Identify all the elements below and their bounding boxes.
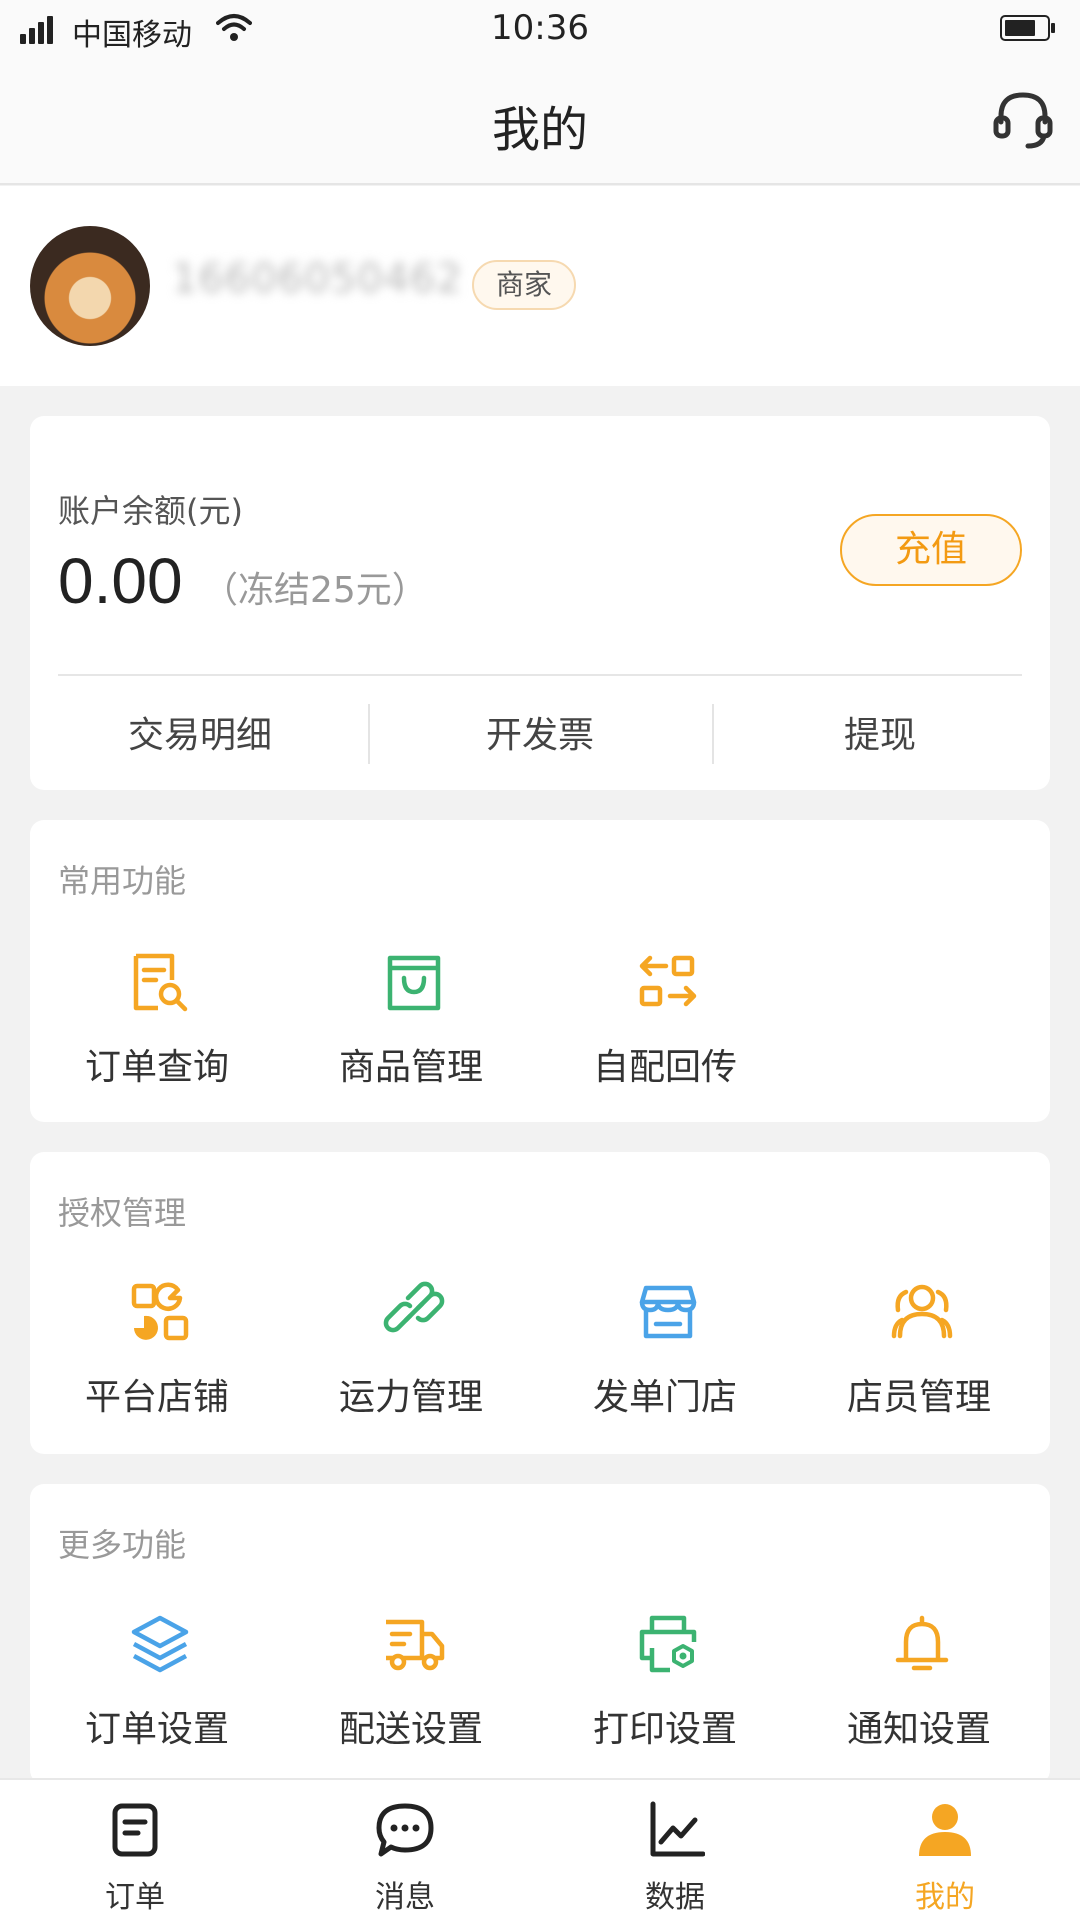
tab-profile[interactable]: 我的 xyxy=(810,1780,1080,1920)
more-functions-card: 更多功能 订单设置 配送设置 打印设置 通知设置 xyxy=(30,1484,1050,1784)
order-settings-label: 订单设置 xyxy=(84,1709,229,1750)
platform-store-icon xyxy=(131,1282,189,1341)
balance-label: 账户余额(元) xyxy=(58,492,243,530)
invoice-button[interactable]: 开发票 xyxy=(370,706,710,766)
notification-settings-button[interactable]: 通知设置 xyxy=(792,1612,1046,1772)
tab-data[interactable]: 数据 xyxy=(540,1780,810,1920)
tab-label: 消息 xyxy=(375,1880,435,1915)
staff-management-button[interactable]: 店员管理 xyxy=(792,1280,1046,1440)
self-delivery-callback-button[interactable]: 自配回传 xyxy=(538,950,792,1110)
dispatch-store-button[interactable]: 发单门店 xyxy=(538,1280,792,1440)
print-settings-button[interactable]: 打印设置 xyxy=(538,1612,792,1772)
divider xyxy=(58,674,1022,676)
transaction-details-button[interactable]: 交易明细 xyxy=(30,706,370,766)
delivery-settings-label: 配送设置 xyxy=(338,1709,483,1750)
layers-icon xyxy=(131,1615,189,1673)
section-title: 常用功能 xyxy=(58,862,187,900)
order-search-button[interactable]: 订单查询 xyxy=(30,950,284,1110)
page-title: 我的 xyxy=(491,102,588,158)
delivery-truck-icon xyxy=(386,1619,445,1671)
capacity-management-button[interactable]: 运力管理 xyxy=(284,1280,538,1440)
staff-management-label: 店员管理 xyxy=(846,1377,991,1418)
link-icon xyxy=(383,1281,445,1333)
profile-header: 16606050462 商家 xyxy=(0,186,1080,386)
balance-card: 账户余额(元) 0.00 （冻结25元） 充值 交易明细 开发票 提现 xyxy=(30,416,1050,790)
print-settings-label: 打印设置 xyxy=(592,1709,737,1750)
bell-icon xyxy=(895,1615,949,1671)
shopping-bag-icon xyxy=(387,955,441,1011)
self-delivery-callback-label: 自配回传 xyxy=(592,1047,737,1088)
status-bar: 中国移动 10:36 xyxy=(0,0,1080,60)
tab-label: 订单 xyxy=(105,1880,165,1915)
section-title: 授权管理 xyxy=(58,1194,187,1232)
delivery-settings-button[interactable]: 配送设置 xyxy=(284,1612,538,1772)
person-tab-icon xyxy=(919,1804,971,1856)
product-management-button[interactable]: 商品管理 xyxy=(284,950,538,1110)
headset-icon[interactable] xyxy=(992,88,1054,152)
message-tab-icon xyxy=(376,1803,434,1857)
profile-page: 中国移动 10:36 我的 16606050462 商家 账户余额(元) 0.0… xyxy=(0,0,1080,1920)
tab-label: 数据 xyxy=(645,1880,705,1915)
chart-tab-icon xyxy=(650,1801,705,1857)
nav-bar: 我的 xyxy=(0,60,1080,185)
product-management-label: 商品管理 xyxy=(338,1047,483,1088)
staff-icon xyxy=(891,1284,953,1339)
tab-messages[interactable]: 消息 xyxy=(270,1780,540,1920)
common-functions-card: 常用功能 订单查询 商品管理 自配回传 xyxy=(30,820,1050,1122)
printer-icon xyxy=(639,1615,697,1673)
authorization-card: 授权管理 平台店铺 运力管理 发单门店 店员管理 xyxy=(30,1152,1050,1454)
notification-settings-label: 通知设置 xyxy=(846,1709,991,1750)
order-search-label: 订单查询 xyxy=(84,1047,229,1088)
tab-bar: 订单 消息 数据 我的 xyxy=(0,1778,1080,1920)
clock: 10:36 xyxy=(491,8,589,48)
phone-number: 16606050462 xyxy=(172,256,463,302)
order-settings-button[interactable]: 订单设置 xyxy=(30,1612,284,1772)
section-title: 更多功能 xyxy=(58,1526,187,1564)
tab-label: 我的 xyxy=(915,1880,975,1915)
tab-orders[interactable]: 订单 xyxy=(0,1780,270,1920)
battery-icon xyxy=(1000,15,1055,41)
storefront-icon xyxy=(639,1285,697,1339)
order-search-icon xyxy=(133,953,188,1012)
order-tab-icon xyxy=(112,1803,158,1857)
dispatch-store-label: 发单门店 xyxy=(592,1377,737,1418)
platform-store-label: 平台店铺 xyxy=(84,1377,229,1418)
capacity-management-label: 运力管理 xyxy=(338,1377,483,1418)
merchant-badge: 商家 xyxy=(472,260,576,310)
avatar[interactable] xyxy=(30,226,150,346)
balance-amount: 0.00 xyxy=(58,545,183,617)
swap-icon xyxy=(639,955,697,1007)
frozen-amount: （冻结25元） xyxy=(202,570,428,611)
withdraw-button[interactable]: 提现 xyxy=(710,706,1050,766)
platform-store-button[interactable]: 平台店铺 xyxy=(30,1280,284,1440)
recharge-button[interactable]: 充值 xyxy=(840,514,1022,586)
